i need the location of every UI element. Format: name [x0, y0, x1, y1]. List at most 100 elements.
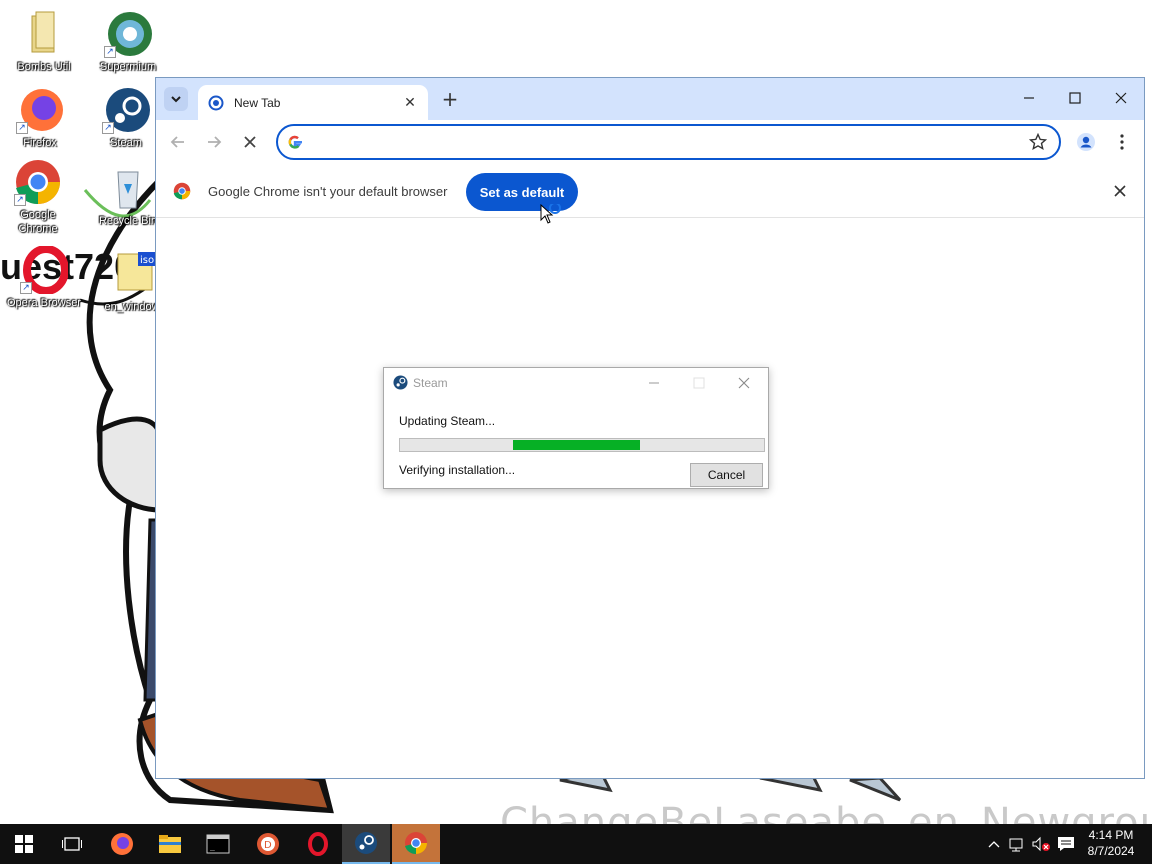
desktop-icon-opera-browser[interactable]: ↗ Opera Browser — [6, 245, 82, 310]
taskbar-steam[interactable] — [342, 824, 390, 864]
opera-icon — [308, 832, 328, 856]
taskbar-duckduckgo[interactable]: D — [244, 824, 292, 864]
steam-icon: ↗ — [102, 86, 150, 134]
chrome-icon — [173, 182, 191, 200]
cancel-button[interactable]: Cancel — [690, 463, 763, 487]
desktop-icon-steam[interactable]: ↗ Steam — [88, 86, 164, 150]
taskbar-file-explorer[interactable] — [146, 824, 194, 864]
desktop-icon-google-chrome[interactable]: ↗ Google Chrome — [0, 158, 76, 236]
infobar-message: Google Chrome isn't your default browser — [208, 184, 448, 199]
maximize-icon — [1069, 92, 1081, 104]
network-icon — [1009, 838, 1023, 852]
action-center-button[interactable] — [1054, 824, 1078, 864]
desktop-icon-label: Opera Browser — [7, 297, 81, 309]
tab-title: New Tab — [234, 95, 281, 110]
desktop-icon-label: Google Chrome — [18, 209, 58, 235]
taskbar-terminal[interactable]: _ — [194, 824, 242, 864]
firefox-icon: ↗ — [16, 86, 64, 134]
forward-button[interactable] — [200, 128, 228, 156]
tray-overflow-button[interactable] — [984, 824, 1004, 864]
dialog-title: Steam — [413, 376, 448, 390]
minimize-icon — [649, 382, 659, 384]
profile-icon — [1077, 133, 1095, 151]
chevron-down-icon — [171, 96, 181, 103]
address-bar[interactable] — [276, 124, 1061, 160]
task-view-icon — [62, 837, 82, 851]
minimize-button[interactable] — [1006, 78, 1052, 118]
shortcut-arrow-icon: ↗ — [20, 282, 32, 294]
dialog-close-button[interactable] — [724, 371, 764, 395]
desktop-icon-supermium[interactable]: ↗ Supermium — [90, 10, 166, 74]
default-browser-infobar: Google Chrome isn't your default browser… — [156, 164, 1144, 218]
opera-icon: ↗ — [20, 245, 69, 295]
clock-time: 4:14 PM — [1088, 828, 1134, 842]
taskbar-firefox[interactable] — [98, 824, 146, 864]
stop-loading-button[interactable] — [236, 128, 264, 156]
steam-update-dialog: Steam Updating Steam... Verifying instal… — [383, 367, 769, 489]
update-status-text: Updating Steam... — [399, 414, 496, 428]
chrome-icon — [405, 832, 427, 855]
dialog-title-bar: Steam — [384, 368, 768, 398]
back-arrow-icon — [170, 136, 184, 148]
file-explorer-icon — [159, 835, 181, 853]
taskbar: _ D 4:14 PM 8/7/2024 — [0, 824, 1152, 864]
close-icon — [1115, 92, 1127, 104]
firefox-icon — [111, 833, 133, 855]
taskbar-chrome[interactable] — [392, 824, 440, 864]
task-view-button[interactable] — [48, 824, 96, 864]
google-icon — [288, 135, 302, 149]
shortcut-arrow-icon: ↗ — [104, 46, 116, 58]
chrome-icon: ↗ — [14, 158, 62, 206]
maximize-button[interactable] — [1052, 78, 1098, 118]
volume-muted-icon — [1032, 836, 1050, 852]
desktop-icon-label: Firefox — [23, 137, 57, 149]
shortcut-arrow-icon: ↗ — [102, 122, 114, 134]
tab-close-icon[interactable]: ✕ — [402, 95, 418, 111]
shortcut-arrow-icon: ↗ — [14, 194, 26, 206]
svg-text:iso: iso — [140, 255, 154, 266]
chevron-up-icon — [988, 841, 1000, 848]
chrome-loading-icon — [208, 95, 224, 110]
desktop-icon-label: Bombs Util — [17, 61, 71, 73]
volume-status[interactable] — [1030, 824, 1052, 864]
network-status[interactable] — [1006, 824, 1028, 864]
clock-date: 8/7/2024 — [1087, 844, 1135, 858]
desktop-icon-firefox[interactable]: ↗ Firefox — [2, 86, 78, 150]
terminal-icon: _ — [206, 834, 230, 854]
update-progress-bar — [399, 438, 765, 452]
close-window-button[interactable] — [1098, 78, 1144, 118]
supermium-icon: ↗ — [104, 10, 152, 58]
new-tab-button[interactable]: + — [438, 87, 462, 111]
desktop-icon-label: Supermium — [99, 61, 157, 73]
profile-button[interactable] — [1072, 128, 1100, 156]
bookmark-star-icon[interactable] — [1029, 133, 1047, 151]
iso-file-icon: iso — [108, 250, 158, 298]
wallpaper-text: ChangeBeLaseabe_en_Newgrounds — [500, 800, 1152, 824]
desktop-icon-label: Steam — [110, 137, 142, 149]
progress-fill — [512, 440, 641, 450]
svg-text:_: _ — [210, 842, 215, 851]
ddg-icon: D — [257, 833, 279, 855]
minimize-icon — [1024, 97, 1034, 99]
tab-new-tab[interactable]: New Tab ✕ — [198, 85, 428, 120]
start-button[interactable] — [0, 824, 48, 864]
mouse-cursor-icon — [540, 204, 561, 224]
verification-status-text: Verifying installation... — [399, 463, 516, 477]
back-button[interactable] — [164, 128, 192, 156]
steam-icon — [393, 375, 408, 390]
close-icon — [244, 136, 256, 148]
tab-strip: New Tab ✕ + — [156, 78, 1144, 120]
maximize-icon — [693, 377, 705, 389]
dialog-minimize-button[interactable] — [634, 371, 674, 395]
tab-search-button[interactable] — [164, 87, 188, 111]
taskbar-clock[interactable]: 4:14 PM 8/7/2024 — [1080, 827, 1142, 859]
notification-icon — [1058, 837, 1074, 851]
taskbar-opera[interactable] — [294, 824, 342, 864]
shortcut-arrow-icon: ↗ — [16, 122, 28, 134]
close-icon — [738, 377, 750, 389]
address-input[interactable] — [314, 132, 1014, 154]
desktop-icon-bombs-util[interactable]: Bombs Util — [6, 10, 82, 74]
menu-button[interactable] — [1108, 128, 1136, 156]
svg-text:D: D — [264, 840, 272, 851]
infobar-close-icon[interactable] — [1114, 182, 1126, 201]
